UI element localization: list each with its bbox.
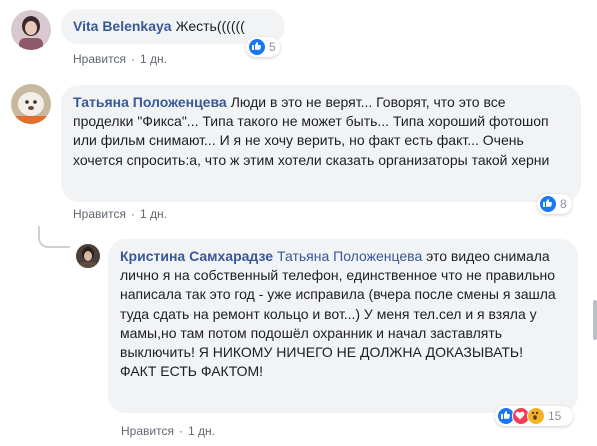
comment-meta: Нравится · 1 дн. bbox=[73, 52, 167, 66]
avatar[interactable] bbox=[76, 244, 100, 268]
reaction-count: 15 bbox=[548, 409, 562, 423]
like-link[interactable]: Нравится bbox=[73, 52, 126, 66]
comment-meta: Нравится · 1 дн. bbox=[121, 424, 215, 438]
comment-text: Жесть(((((( bbox=[175, 18, 245, 34]
reaction-count: 8 bbox=[560, 197, 567, 211]
scrollbar-thumb[interactable] bbox=[593, 300, 597, 340]
comment-bubble: Кристина Самхарадзе Татьяна Положенцева э… bbox=[108, 239, 578, 413]
avatar[interactable] bbox=[11, 10, 51, 50]
reaction-summary[interactable]: 15 bbox=[495, 406, 573, 426]
comment-author[interactable]: Татьяна Положенцева bbox=[73, 94, 227, 110]
reaction-count: 5 bbox=[269, 40, 276, 54]
avatar-photo bbox=[11, 10, 51, 50]
reply-connector bbox=[38, 226, 70, 248]
comment-bubble: Татьяна Положенцева Люди в это не верят..… bbox=[61, 85, 581, 202]
reaction-summary[interactable]: 5 bbox=[246, 37, 280, 57]
like-link[interactable]: Нравится bbox=[73, 207, 126, 221]
timestamp[interactable]: 1 дн. bbox=[188, 424, 215, 438]
separator-dot: · bbox=[130, 52, 135, 66]
comment-author[interactable]: Кристина Самхарадзе bbox=[120, 248, 273, 264]
separator-dot: · bbox=[178, 424, 183, 438]
avatar[interactable] bbox=[11, 84, 51, 124]
mention-link[interactable]: Татьяна Положенцева bbox=[277, 248, 422, 264]
wow-icon bbox=[527, 407, 545, 425]
avatar-photo bbox=[76, 244, 100, 268]
timestamp[interactable]: 1 дн. bbox=[140, 52, 167, 66]
comment-author[interactable]: Vita Belenkaya bbox=[73, 18, 172, 34]
separator-dot: · bbox=[130, 207, 135, 221]
comment-text: это видео снимала лично я на собственный… bbox=[120, 248, 556, 380]
like-icon bbox=[539, 195, 557, 213]
reaction-summary[interactable]: 8 bbox=[537, 194, 572, 214]
like-link[interactable]: Нравится bbox=[121, 424, 174, 438]
like-icon bbox=[248, 38, 266, 56]
comment-meta: Нравится · 1 дн. bbox=[73, 207, 167, 221]
avatar-photo bbox=[11, 84, 51, 124]
timestamp[interactable]: 1 дн. bbox=[140, 207, 167, 221]
